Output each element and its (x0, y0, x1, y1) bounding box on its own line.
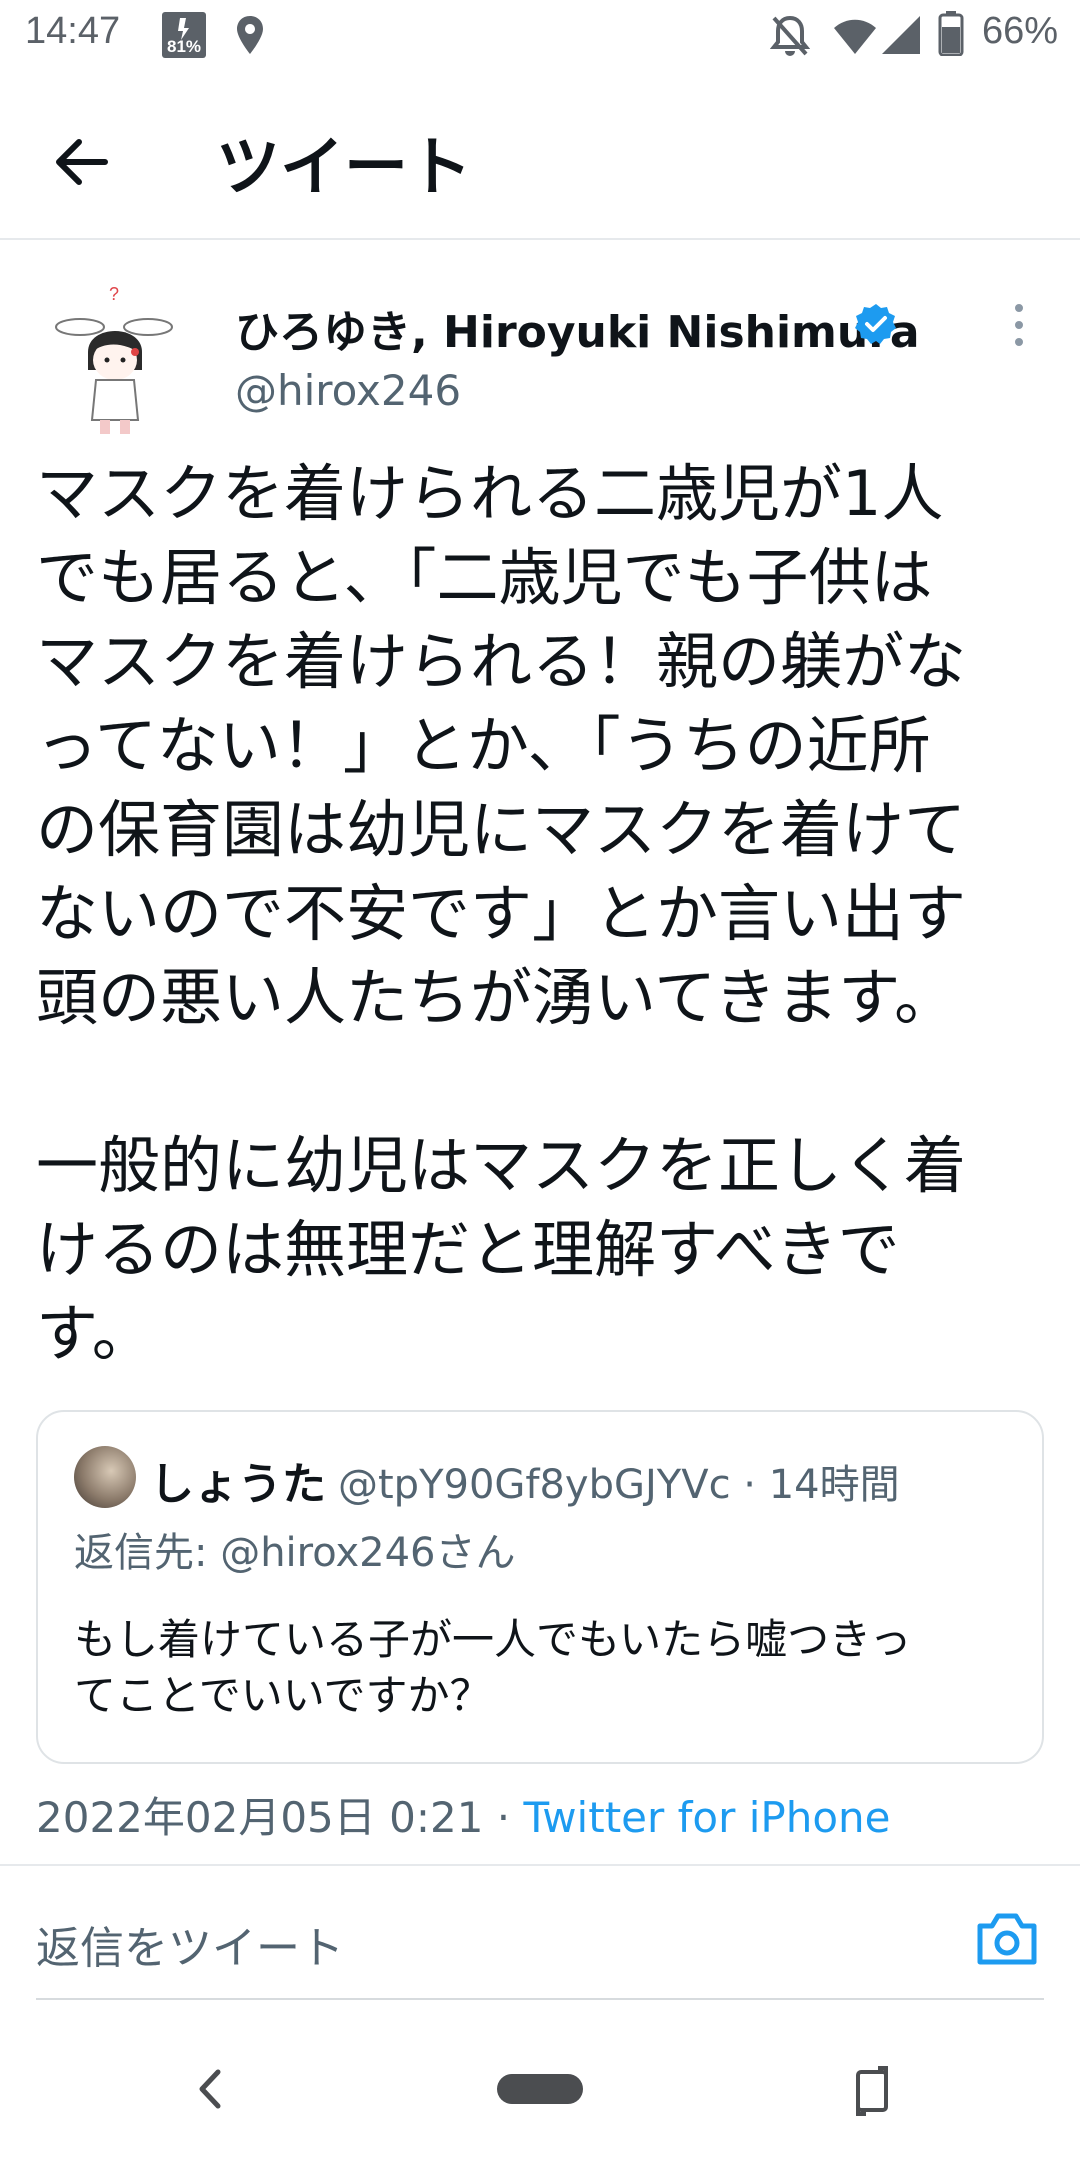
nav-home-pill[interactable] (497, 2074, 583, 2104)
svg-text:81%: 81% (167, 37, 201, 56)
wifi-icon (834, 19, 876, 54)
author-handle[interactable]: @hirox246 (235, 366, 461, 415)
tweet-source[interactable]: Twitter for iPhone (524, 1793, 891, 1842)
signal-icon (882, 16, 920, 54)
status-time: 14:47 (25, 10, 121, 52)
quoted-tweet[interactable]: しょうた @tpY90Gf8ybGJYVc · 14時間 返信先: @hirox… (36, 1410, 1044, 1764)
tweet-timestamp: 2022年02月05日 0:21 · Twitter for iPhone (36, 1784, 891, 1845)
location-icon (237, 16, 263, 54)
timestamp-text: 2022年02月05日 0:21 · (36, 1793, 524, 1842)
verified-badge-icon (855, 304, 896, 344)
battery-icon (938, 11, 964, 56)
divider (0, 1864, 1080, 1866)
author-name[interactable]: ひろゆき, Hiroyuki Nishimura (235, 296, 920, 360)
nav-back-icon[interactable] (190, 2066, 230, 2112)
quoted-avatar[interactable] (74, 1446, 136, 1508)
quoted-reply-to: 返信先: @hirox246さん (74, 1530, 516, 1576)
rotate-icon[interactable] (852, 2064, 892, 2118)
quoted-handle-time: @tpY90Gf8ybGJYVc · 14時間 (338, 1462, 900, 1508)
status-bar: 14:47 81% 66% (0, 0, 1080, 72)
more-options-icon[interactable] (1004, 300, 1034, 350)
svg-text:?: ? (109, 284, 119, 304)
notification-battery-icon: 81% (162, 12, 206, 58)
arrow-left-icon[interactable] (45, 122, 125, 202)
reply-input[interactable]: 返信をツイート (36, 1912, 344, 1976)
quoted-text: もし着けている子が一人でもいたら嘘つきっ てことでいいですか？ (74, 1615, 912, 1720)
camera-icon[interactable] (972, 1904, 1042, 1974)
reply-underline (36, 1998, 1044, 2000)
mute-icon (770, 15, 810, 56)
page-title: ツイート (216, 131, 472, 205)
quoted-author-name: しょうた (150, 1459, 326, 1510)
tweet-text: マスクを着けられる二歳児が1人 でも居ると、「二歳児でも子供は マスクを着けられ… (36, 457, 967, 1370)
battery-percent: 66% (981, 10, 1058, 52)
app-header: ツイート (0, 72, 1080, 240)
avatar[interactable]: ? (52, 282, 178, 442)
